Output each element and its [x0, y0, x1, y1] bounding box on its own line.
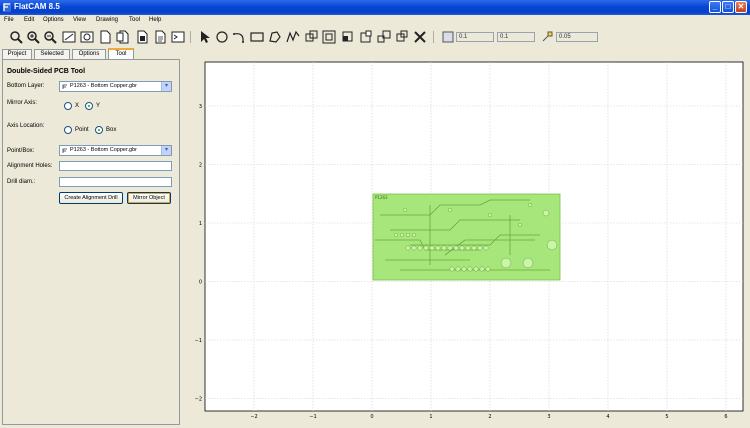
mirror-axis-label: Mirror Axis: — [7, 100, 37, 106]
bottom-layer-value: P1263 - Bottom Copper.gbr — [70, 83, 137, 89]
shell-icon[interactable] — [171, 30, 185, 44]
drill-diam-label: Drill diam.: — [7, 179, 36, 185]
copy-icon[interactable] — [377, 30, 391, 44]
bottom-layer-label: Bottom Layer: — [7, 83, 45, 89]
y-tick-label: −1 — [195, 338, 202, 344]
clear-plot-icon[interactable] — [62, 30, 76, 44]
x-tick-label: 5 — [665, 414, 668, 420]
menu-tool[interactable]: Tool — [129, 17, 140, 23]
mirror-x-radio[interactable] — [64, 102, 72, 110]
snap-max-field[interactable]: 0.05 — [556, 32, 598, 42]
subtract-icon[interactable] — [341, 30, 355, 44]
pcb-outline — [372, 193, 561, 281]
menu-file[interactable]: File — [4, 17, 14, 23]
menu-edit[interactable]: Edit — [24, 17, 34, 23]
x-tick-label: 3 — [547, 414, 550, 420]
create-alignment-drill-button[interactable]: Create Alignment Drill — [59, 192, 123, 204]
x-tick-label: −2 — [250, 414, 257, 420]
tab-project[interactable]: Project — [2, 49, 32, 59]
arc-icon[interactable] — [232, 30, 246, 44]
zoom-in-icon[interactable] — [26, 30, 40, 44]
pcb-board[interactable]: P1263 — [372, 193, 561, 281]
zoom-fit-icon[interactable] — [9, 30, 23, 44]
flatcam-app-icon — [3, 3, 11, 12]
select-icon[interactable] — [198, 30, 212, 44]
window-title: FlatCAM 8.5 — [14, 2, 60, 11]
y-axis-ticks: 3 2 1 0 −1 −2 — [195, 104, 202, 403]
rectangle-icon[interactable] — [250, 30, 264, 44]
drill-diam-input[interactable] — [59, 177, 172, 187]
mirror-object-button[interactable]: Mirror Object — [127, 192, 171, 204]
circle-icon[interactable] — [215, 30, 229, 44]
delete-shape-icon[interactable] — [413, 30, 427, 44]
board-label: P1263 — [375, 195, 388, 200]
point-box-label: Point/Box: — [7, 148, 35, 154]
x-tick-label: 0 — [370, 414, 373, 420]
corner-snap-icon[interactable] — [540, 30, 554, 44]
report-icon[interactable] — [153, 30, 167, 44]
x-tick-label: 4 — [606, 414, 609, 420]
grid-y-field[interactable]: 0.1 — [497, 32, 535, 42]
x-tick-label: 2 — [488, 414, 491, 420]
maximize-button[interactable]: □ — [722, 1, 734, 13]
grid-x-field[interactable]: 0.1 — [456, 32, 494, 42]
bottom-layer-select[interactable]: P1263 - Bottom Copper.gbr ▾ — [59, 81, 172, 92]
move-icon[interactable] — [395, 30, 409, 44]
plot-canvas[interactable]: −2 −1 0 1 2 3 4 5 6 3 2 1 0 −1 −2 P1263 — [190, 55, 750, 428]
menu-help[interactable]: Help — [149, 17, 161, 23]
union-icon[interactable] — [305, 30, 319, 44]
chevron-down-icon[interactable]: ▾ — [161, 82, 171, 91]
tool-panel — [2, 59, 180, 425]
gerber-icon — [62, 148, 67, 153]
axis-location-label: Axis Location: — [7, 123, 45, 129]
mirror-y-label: Y — [96, 103, 101, 109]
panel-title: Double-Sided PCB Tool — [7, 68, 86, 75]
zoom-out-icon[interactable] — [43, 30, 57, 44]
y-tick-label: 3 — [199, 104, 202, 110]
point-box-value: P1263 - Bottom Copper.gbr — [70, 147, 137, 153]
new-excellon-icon[interactable] — [116, 30, 130, 44]
intersection-icon[interactable] — [322, 30, 336, 44]
mirror-x-label: X — [75, 103, 80, 109]
replot-icon[interactable] — [80, 30, 94, 44]
axis-box-label: Box — [106, 127, 117, 133]
polygon-icon[interactable] — [268, 30, 282, 44]
x-tick-label: 1 — [429, 414, 432, 420]
chevron-down-icon[interactable]: ▾ — [161, 146, 171, 155]
close-button[interactable]: ✕ — [735, 1, 747, 13]
new-geometry-icon[interactable] — [98, 30, 112, 44]
minimize-button[interactable]: _ — [709, 1, 721, 13]
path-icon[interactable] — [286, 30, 300, 44]
alignment-holes-label: Alignment Holes: — [7, 163, 53, 169]
toolbar-separator — [433, 31, 434, 43]
delete-icon[interactable] — [135, 30, 149, 44]
point-box-select[interactable]: P1263 - Bottom Copper.gbr ▾ — [59, 145, 172, 156]
y-tick-label: 1 — [199, 221, 202, 227]
toolbar — [0, 27, 750, 47]
y-tick-label: 2 — [199, 163, 202, 169]
menu-drawing[interactable]: Drawing — [96, 17, 118, 23]
mirror-y-radio[interactable] — [85, 102, 93, 110]
grid-snap-icon[interactable] — [441, 30, 455, 44]
y-tick-label: 0 — [199, 280, 202, 286]
y-tick-label: −2 — [195, 397, 202, 403]
axis-box-radio[interactable] — [95, 126, 103, 134]
cut-icon[interactable] — [359, 30, 373, 44]
tab-options[interactable]: Options — [72, 49, 106, 59]
title-bar: FlatCAM 8.5 _ □ ✕ — [0, 0, 750, 15]
x-tick-label: 6 — [724, 414, 727, 420]
menu-bar: File Edit Options View Drawing Tool Help — [0, 15, 750, 26]
menu-view[interactable]: View — [73, 17, 86, 23]
axis-point-radio[interactable] — [64, 126, 72, 134]
x-axis-ticks: −2 −1 0 1 2 3 4 5 6 — [250, 414, 727, 420]
toolbar-separator — [190, 31, 191, 43]
axis-point-label: Point — [75, 127, 89, 133]
alignment-holes-input[interactable] — [59, 161, 172, 171]
tab-tool[interactable]: Tool — [108, 48, 134, 59]
gerber-icon — [62, 84, 67, 89]
x-tick-label: −1 — [309, 414, 316, 420]
tab-selected[interactable]: Selected — [34, 49, 70, 59]
menu-options[interactable]: Options — [43, 17, 64, 23]
